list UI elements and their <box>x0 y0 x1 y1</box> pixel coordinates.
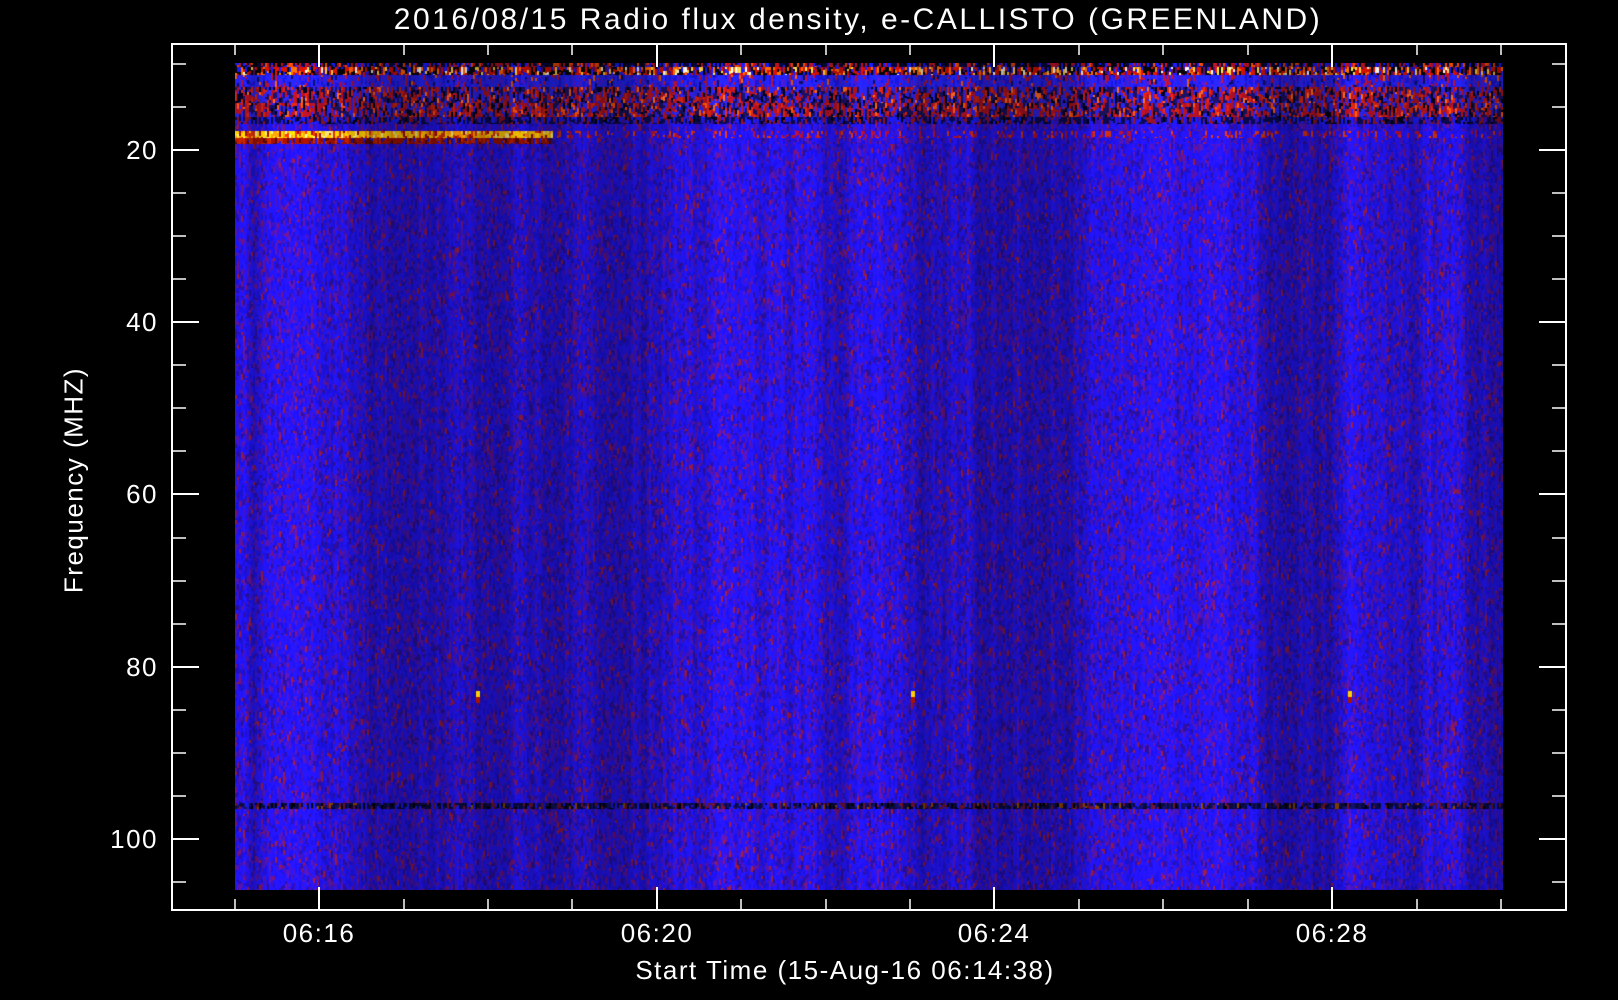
y-tick-label: 100 <box>110 824 158 854</box>
y-tick-label: 40 <box>126 307 158 337</box>
spectrogram-figure: 2016/08/15 Radio flux density, e-CALLIST… <box>0 0 1618 1000</box>
y-tick-label: 20 <box>126 135 158 165</box>
y-axis-label: Frequency (MHZ) <box>58 366 89 594</box>
axes-frame <box>171 43 1567 911</box>
x-tick-label: 06:16 <box>282 918 356 948</box>
x-tick-label: 06:24 <box>957 918 1031 948</box>
y-tick-label: 80 <box>126 652 158 682</box>
x-tick-label: 06:20 <box>620 918 694 948</box>
x-axis-label: Start Time (15-Aug-16 06:14:38) <box>635 955 1055 985</box>
x-tick-label: 06:28 <box>1295 918 1369 948</box>
